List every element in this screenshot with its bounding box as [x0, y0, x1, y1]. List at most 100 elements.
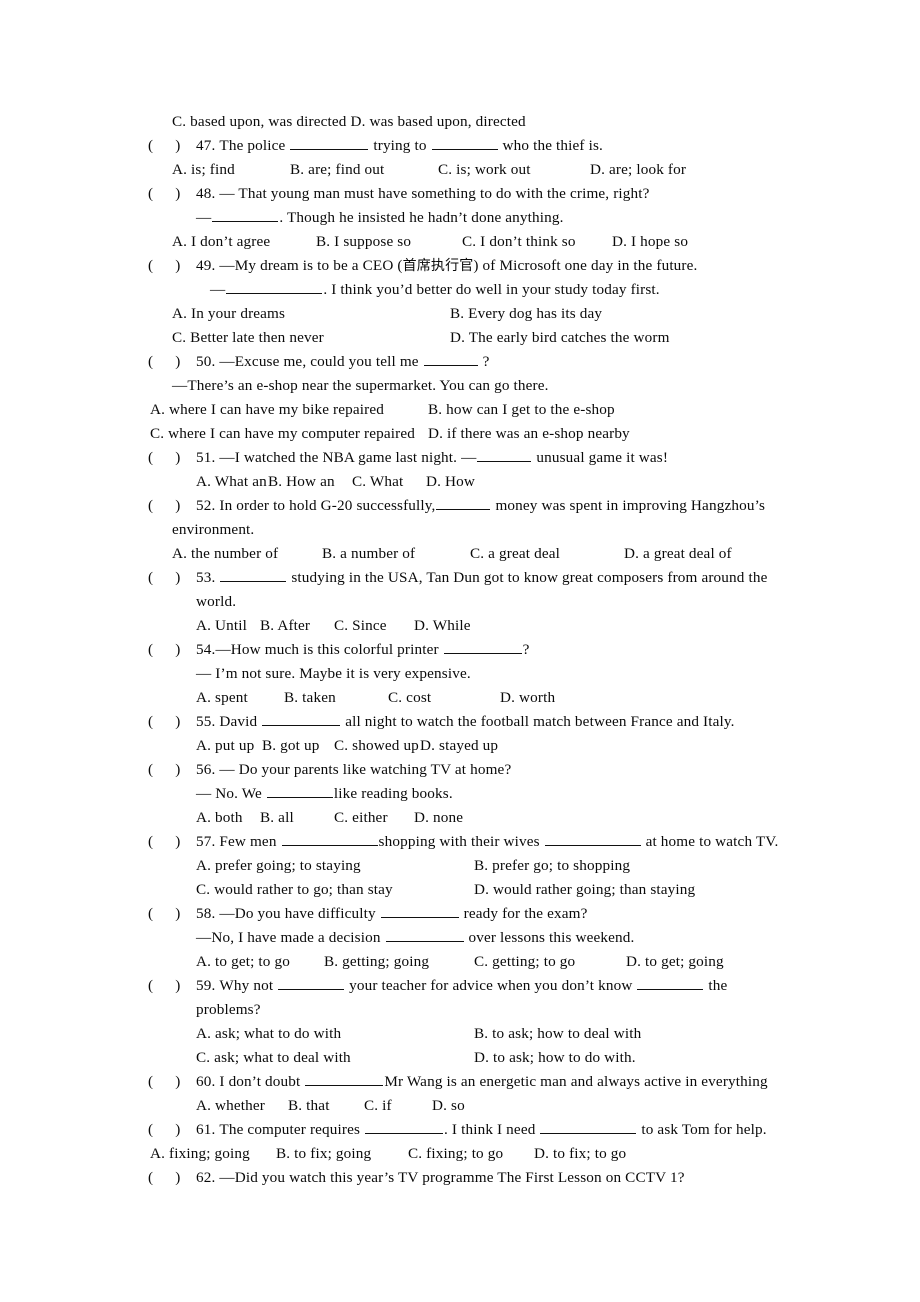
blank-58-1[interactable]: [380, 903, 459, 918]
option-61-a[interactable]: A. fixing; going: [150, 1142, 276, 1166]
question-number-58: 58.: [196, 905, 216, 922]
answer-bracket-53[interactable]: (): [148, 566, 196, 590]
answer-bracket-62[interactable]: (): [148, 1166, 196, 1190]
option-58-a[interactable]: A. to get; to go: [196, 950, 324, 974]
answer-bracket-54[interactable]: (): [148, 638, 196, 662]
option-61-c[interactable]: C. fixing; to go: [408, 1142, 534, 1166]
option-50-b[interactable]: B. how can I get to the e-shop: [428, 401, 615, 418]
blank-50-1[interactable]: [423, 351, 478, 366]
option-48-b[interactable]: B. I suppose so: [316, 230, 462, 254]
blank-51-1[interactable]: [477, 447, 532, 462]
question-61-options: A. fixing; going B. to fix; going C. fixin…: [148, 1142, 828, 1166]
answer-bracket-58[interactable]: (): [148, 902, 196, 926]
answer-bracket-59[interactable]: (): [148, 974, 196, 998]
blank-53-1[interactable]: [220, 567, 287, 582]
option-55-c[interactable]: C. showed up: [334, 734, 420, 758]
answer-bracket-48[interactable]: (): [148, 182, 196, 206]
answer-bracket-60[interactable]: (): [148, 1070, 196, 1094]
option-49-d[interactable]: D. The early bird catches the worm: [450, 329, 670, 346]
option-52-d[interactable]: D. a great deal of: [624, 542, 732, 566]
blank-55-1[interactable]: [262, 711, 341, 726]
answer-bracket-49[interactable]: (): [148, 254, 196, 278]
option-55-a[interactable]: A. put up: [196, 734, 262, 758]
blank-48-1[interactable]: [212, 207, 279, 222]
question-56-options: A. both B. all C. either D. none: [148, 806, 828, 830]
blank-59-2[interactable]: [637, 975, 704, 990]
option-61-b[interactable]: B. to fix; going: [276, 1142, 408, 1166]
blank-52-1[interactable]: [436, 495, 491, 510]
option-57-d[interactable]: D. would rather going; than staying: [474, 881, 695, 898]
option-55-b[interactable]: B. got up: [262, 734, 334, 758]
option-51-a[interactable]: A. What an: [196, 470, 268, 494]
option-60-b[interactable]: B. that: [288, 1094, 364, 1118]
option-47-d[interactable]: D. are; look for: [590, 158, 686, 182]
option-51-b[interactable]: B. How an: [268, 470, 352, 494]
answer-bracket-56[interactable]: (): [148, 758, 196, 782]
answer-bracket-47[interactable]: (): [148, 134, 196, 158]
option-53-c[interactable]: C. Since: [334, 614, 414, 638]
option-50-a[interactable]: A. where I can have my bike repaired: [150, 398, 428, 422]
option-53-a[interactable]: A. Until: [196, 614, 260, 638]
option-52-b[interactable]: B. a number of: [322, 542, 470, 566]
option-52-a[interactable]: A. the number of: [172, 542, 322, 566]
option-58-d[interactable]: D. to get; going: [626, 950, 724, 974]
option-48-a[interactable]: A. I don’t agree: [172, 230, 316, 254]
option-52-c[interactable]: C. a great deal: [470, 542, 624, 566]
option-50-d[interactable]: D. if there was an e-shop nearby: [428, 425, 630, 442]
option-50-c[interactable]: C. where I can have my computer repaired: [150, 422, 428, 446]
blank-54-1[interactable]: [443, 639, 522, 654]
option-59-d[interactable]: D. to ask; how to do with.: [474, 1049, 636, 1066]
question-58-stem: () 58. —Do you have difficulty ready for …: [148, 902, 828, 926]
blank-49-1[interactable]: [226, 279, 323, 294]
blank-47-2[interactable]: [431, 135, 498, 150]
blank-57-1[interactable]: [281, 831, 378, 846]
option-59-a[interactable]: A. ask; what to do with: [196, 1022, 474, 1046]
option-56-c[interactable]: C. either: [334, 806, 414, 830]
blank-59-1[interactable]: [278, 975, 345, 990]
blank-58-2[interactable]: [385, 927, 464, 942]
option-60-a[interactable]: A. whether: [196, 1094, 288, 1118]
answer-bracket-61[interactable]: (): [148, 1118, 196, 1142]
option-54-c[interactable]: C. cost: [388, 686, 500, 710]
option-49-a[interactable]: A. In your dreams: [172, 302, 450, 326]
blank-56-1[interactable]: [266, 783, 333, 798]
option-56-d[interactable]: D. none: [414, 806, 463, 830]
option-47-b[interactable]: B. are; find out: [290, 158, 438, 182]
option-57-a[interactable]: A. prefer going; to staying: [196, 854, 474, 878]
option-55-d[interactable]: D. stayed up: [420, 734, 498, 758]
option-60-c[interactable]: C. if: [364, 1094, 432, 1118]
option-51-d[interactable]: D. How: [426, 470, 475, 494]
option-57-b[interactable]: B. prefer go; to shopping: [474, 857, 630, 874]
option-61-d[interactable]: D. to fix; to go: [534, 1142, 626, 1166]
option-59-b[interactable]: B. to ask; how to deal with: [474, 1025, 641, 1042]
option-57-c[interactable]: C. would rather to go; than stay: [196, 878, 474, 902]
answer-bracket-55[interactable]: (): [148, 710, 196, 734]
answer-bracket-57[interactable]: (): [148, 830, 196, 854]
blank-60-1[interactable]: [305, 1071, 384, 1086]
option-54-a[interactable]: A. spent: [196, 686, 284, 710]
option-49-b[interactable]: B. Every dog has its day: [450, 305, 602, 322]
blank-61-2[interactable]: [540, 1119, 637, 1134]
option-51-c[interactable]: C. What: [352, 470, 426, 494]
answer-bracket-52[interactable]: (): [148, 494, 196, 518]
option-53-d[interactable]: D. While: [414, 614, 471, 638]
answer-bracket-50[interactable]: (): [148, 350, 196, 374]
option-59-c[interactable]: C. ask; what to deal with: [196, 1046, 474, 1070]
option-47-c[interactable]: C. is; work out: [438, 158, 590, 182]
blank-47-1[interactable]: [290, 135, 369, 150]
blank-61-1[interactable]: [365, 1119, 444, 1134]
option-53-b[interactable]: B. After: [260, 614, 334, 638]
option-49-c[interactable]: C. Better late then never: [172, 326, 450, 350]
option-58-b[interactable]: B. getting; going: [324, 950, 474, 974]
option-54-d[interactable]: D. worth: [500, 686, 555, 710]
option-48-d[interactable]: D. I hope so: [612, 230, 688, 254]
option-60-d[interactable]: D. so: [432, 1094, 465, 1118]
option-47-a[interactable]: A. is; find: [172, 158, 290, 182]
option-56-a[interactable]: A. both: [196, 806, 260, 830]
answer-bracket-51[interactable]: (): [148, 446, 196, 470]
blank-57-2[interactable]: [544, 831, 641, 846]
option-54-b[interactable]: B. taken: [284, 686, 388, 710]
option-58-c[interactable]: C. getting; to go: [474, 950, 626, 974]
option-56-b[interactable]: B. all: [260, 806, 334, 830]
option-48-c[interactable]: C. I don’t think so: [462, 230, 612, 254]
